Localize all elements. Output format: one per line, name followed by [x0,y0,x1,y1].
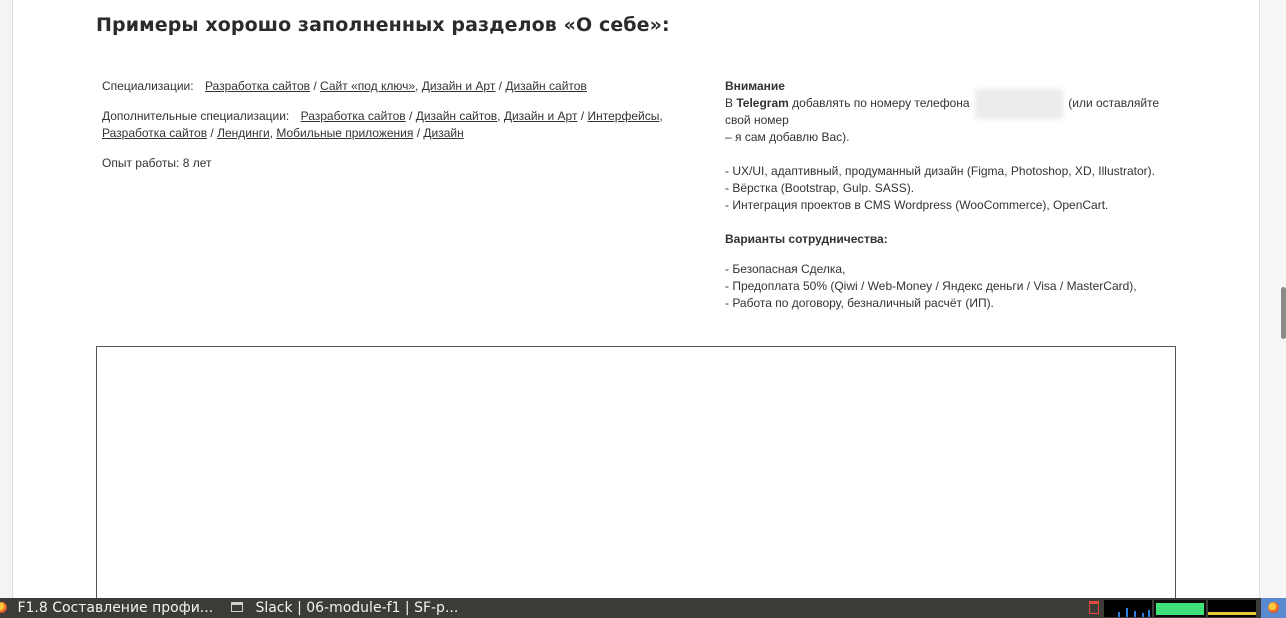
telegram-bold: Telegram [736,96,789,110]
taskbar-item-label: F1.8 Составление профи... [17,600,214,616]
taskbar: F1.8 Составление профи... Slack | 06-mod… [0,598,1286,618]
cooperation-item: - Безопасная Сделка, [725,262,846,276]
extra-link-web-dev-2[interactable]: Разработка сайтов [102,126,207,140]
skill-item: - UX/UI, адаптивный, продуманный дизайн … [725,164,1155,178]
profile-left-column: Специализации: Разработка сайтов / Сайт … [102,78,702,185]
telegram-prefix: В [725,96,734,110]
tray-firefox[interactable] [1261,598,1286,618]
extra-link-web-dev[interactable]: Разработка сайтов [301,109,406,123]
skill-item: - Вёрстка (Bootstrap, Gulp. SASS). [725,181,915,195]
profile-right-column: Внимание В Telegram добавлять по номеру … [725,78,1185,312]
telegram-note-line2: – я сам добавлю Вас). [725,130,850,144]
telegram-text: добавлять по номеру телефона [792,96,970,110]
extra-link-landings[interactable]: Лендинги [217,126,270,140]
cooperation-item: - Работа по договору, безналичный расчёт… [725,296,994,310]
embedded-frame [96,346,1176,608]
extra-link-interfaces[interactable]: Интерфейсы [587,109,659,123]
extra-link-mobile-apps[interactable]: Мобильные приложения [276,126,413,140]
extra-link-design[interactable]: Дизайн [423,126,463,140]
specializations-row: Специализации: Разработка сайтов / Сайт … [102,79,587,93]
skill-item: - Интеграция проектов в CMS Wordpress (W… [725,198,1109,212]
experience-label: Опыт работы: [102,156,180,170]
attention-title: Внимание [725,79,785,93]
spec-link-design-art[interactable]: Дизайн и Арт [422,79,496,93]
section-heading: Примеры хорошо заполненных разделов «О с… [96,14,670,36]
extra-specializations-row: Дополнительные специализации: Разработка… [102,109,663,140]
extra-link-web-design[interactable]: Дизайн сайтов [416,109,497,123]
cpu-monitor [1104,600,1152,617]
extra-link-design-art[interactable]: Дизайн и Арт [504,109,578,123]
firefox-icon [0,602,7,613]
experience-row: Опыт работы: 8 лет [102,155,702,172]
telegram-note: В Telegram добавлять по номеру телефона … [725,88,1185,129]
spec-link-turnkey[interactable]: Сайт «под ключ» [320,79,415,93]
vertical-scrollbar[interactable] [1259,0,1286,598]
spec-link-web-design[interactable]: Дизайн сайтов [505,79,586,93]
window-icon [231,602,243,612]
scrollbar-thumb[interactable] [1281,287,1286,339]
spec-link-web-dev[interactable]: Разработка сайтов [205,79,310,93]
cooperation-item: - Предоплата 50% (Qiwi / Web-Money / Янд… [725,279,1137,293]
page-left-margin [0,0,13,598]
memory-monitor [1154,600,1206,617]
taskbar-item-label: Slack | 06-module-f1 | SF-p... [255,600,459,616]
cooperation-title: Варианты сотрудничества: [725,232,888,246]
taskbar-item-slack[interactable]: Slack | 06-module-f1 | SF-p... [231,598,458,618]
blurred-phone-number [974,88,1063,119]
trash-icon[interactable] [1089,601,1099,614]
specializations-label: Специализации: [102,79,194,93]
experience-value: 8 лет [182,156,212,170]
taskbar-item-firefox[interactable]: F1.8 Составление профи... [0,598,213,618]
network-monitor [1208,600,1256,617]
firefox-icon [1268,602,1279,613]
extra-specializations-label: Дополнительные специализации: [102,109,290,123]
